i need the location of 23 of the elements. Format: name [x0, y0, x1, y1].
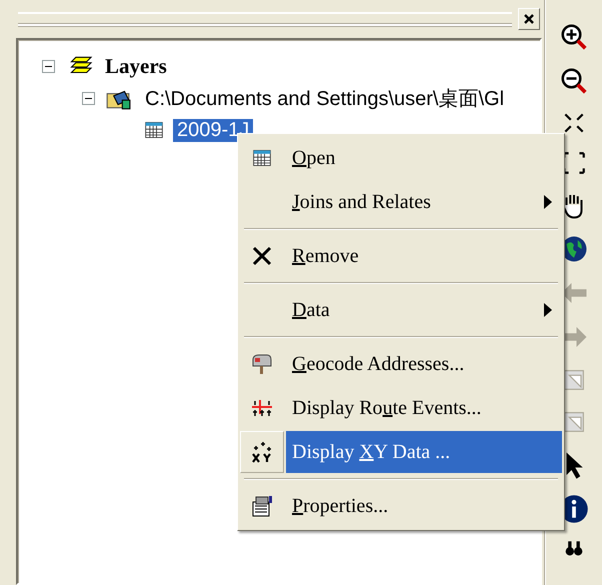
zoom-out-icon: [558, 66, 589, 96]
menu-item[interactable]: Data: [286, 289, 562, 331]
table-icon: [251, 148, 273, 168]
grip-bar[interactable]: [18, 12, 512, 26]
xy-points-icon: [250, 440, 274, 464]
layer-label[interactable]: C:\Documents and Settings\user\桌面\Gl: [141, 84, 508, 112]
expander-button[interactable]: [42, 60, 55, 72]
table-icon: [143, 120, 165, 140]
close-icon: [523, 13, 536, 25]
menu-item[interactable]: Open: [286, 137, 562, 179]
menu-item[interactable]: Remove: [286, 235, 562, 277]
menu-item[interactable]: Properties...: [286, 485, 562, 527]
menu-item[interactable]: Geocode Addresses...: [286, 343, 562, 385]
close-icon: [250, 244, 274, 268]
layer-label[interactable]: Layers: [101, 54, 171, 78]
expander-button[interactable]: [82, 92, 95, 104]
menu-item[interactable]: Display XY Data ...: [286, 431, 562, 473]
properties-icon: [250, 494, 274, 518]
zoom-in-icon: [558, 22, 589, 52]
menu-item[interactable]: Display Route Events...: [286, 387, 562, 429]
menu-item[interactable]: Joins and Relates: [286, 181, 562, 223]
mailbox-icon: [250, 352, 274, 376]
close-button[interactable]: [518, 8, 540, 30]
